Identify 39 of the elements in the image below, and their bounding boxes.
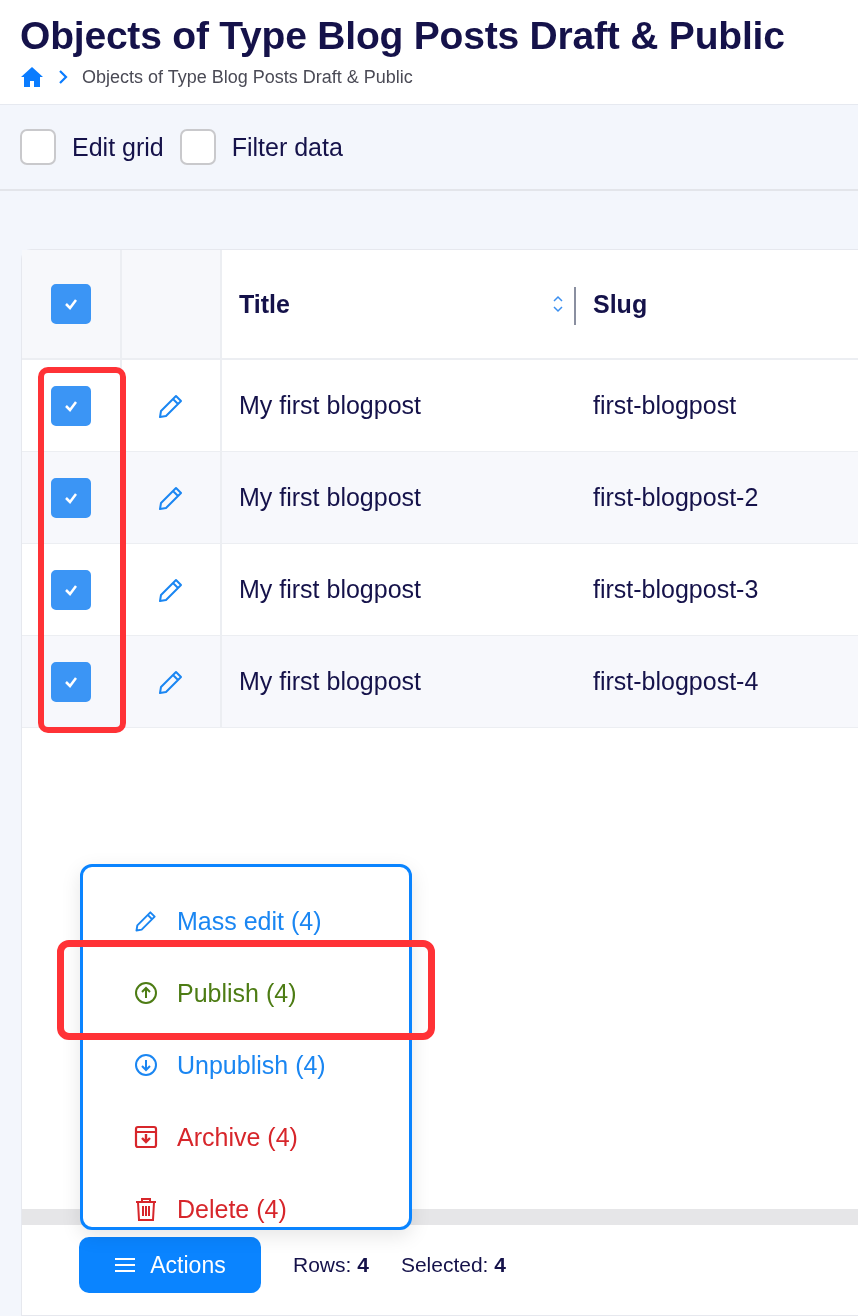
rows-count: Rows: 4 (293, 1253, 369, 1277)
row-checkbox[interactable] (51, 661, 91, 702)
archive-icon (133, 1124, 159, 1150)
table-cell: first-blogpost (593, 391, 737, 420)
table-cell: My first blogpost (239, 575, 421, 604)
row-checkbox[interactable] (51, 569, 91, 610)
checkbox-label: Filter data (231, 132, 343, 162)
download-circle-icon (133, 1052, 159, 1078)
table-row[interactable]: My first blogpost first-blogpost-2 (22, 452, 858, 544)
menu-item[interactable]: Archive (4) (83, 1101, 409, 1173)
checkbox[interactable] (179, 129, 216, 165)
pencil-icon (133, 908, 159, 934)
upload-circle-icon (133, 980, 159, 1006)
table-cell: first-blogpost-4 (593, 667, 759, 696)
sort-icon[interactable] (552, 294, 564, 314)
trash-icon (133, 1196, 159, 1222)
row-checkbox[interactable] (51, 477, 91, 518)
menu-item[interactable]: Unpublish (4) (83, 1029, 409, 1101)
checkbox[interactable] (20, 129, 56, 165)
table-cell: My first blogpost (239, 483, 421, 512)
table-cell: first-blogpost-2 (593, 483, 759, 512)
row-checkbox[interactable] (51, 385, 91, 426)
table-cell: first-blogpost-3 (593, 575, 759, 604)
table-row[interactable]: My first blogpost first-blogpost-4 (22, 636, 858, 728)
actions-button[interactable]: Actions (79, 1237, 261, 1293)
home-icon[interactable] (20, 66, 44, 88)
select-all-checkbox[interactable] (51, 284, 91, 324)
chevron-icon (58, 69, 68, 85)
selected-count: Selected: 4 (400, 1253, 506, 1277)
table-row[interactable]: My first blogpost first-blogpost (22, 360, 858, 452)
menu-item[interactable]: Mass edit (4) (83, 885, 409, 957)
breadcrumb-item[interactable]: Objects of Type Blog Posts Draft & Public (82, 66, 413, 88)
table-cell: My first blogpost (239, 391, 421, 420)
menu-icon (114, 1257, 137, 1273)
checkbox-label: Edit grid (72, 132, 164, 162)
menu-item[interactable]: Publish (4) (83, 957, 409, 1029)
table-cell: My first blogpost (239, 667, 421, 696)
table-row[interactable]: My first blogpost first-blogpost-3 (22, 544, 858, 636)
page-title: Objects of Type Blog Posts Draft & Public (20, 14, 786, 58)
